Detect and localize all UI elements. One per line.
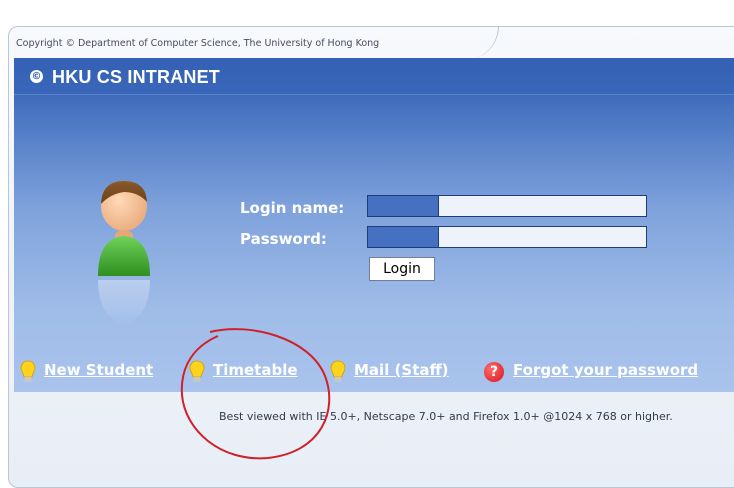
- mail-staff-bulb-icon: [330, 360, 346, 382]
- login-button[interactable]: Login: [369, 257, 435, 281]
- login-name-input[interactable]: [440, 196, 640, 216]
- page-title: HKU CS INTRANET: [52, 67, 220, 87]
- login-name-label: Login name:: [240, 199, 345, 217]
- help-icon: ?: [484, 362, 504, 382]
- user-avatar-icon: [98, 181, 150, 326]
- password-input[interactable]: [440, 227, 640, 247]
- timetable-link[interactable]: Timetable: [213, 361, 298, 379]
- copyright-text: Copyright © Department of Computer Scien…: [16, 38, 380, 49]
- password-label: Password:: [240, 230, 327, 248]
- login-name-field[interactable]: [367, 195, 647, 217]
- browser-note: Best viewed with IE 5.0+, Netscape 7.0+ …: [219, 410, 673, 423]
- timetable-bulb-icon: [189, 360, 205, 382]
- login-panel: © HKU CS INTRANET Login name: Password: …: [14, 58, 734, 392]
- forgot-password-link[interactable]: Forgot your password: [513, 361, 698, 379]
- password-field[interactable]: [367, 226, 647, 248]
- panel-header: © HKU CS INTRANET: [14, 58, 734, 95]
- mail-staff-link[interactable]: Mail (Staff): [354, 361, 449, 379]
- new-student-link[interactable]: New Student: [44, 361, 153, 379]
- new-student-bulb-icon: [20, 360, 36, 382]
- logo-icon: ©: [30, 70, 43, 83]
